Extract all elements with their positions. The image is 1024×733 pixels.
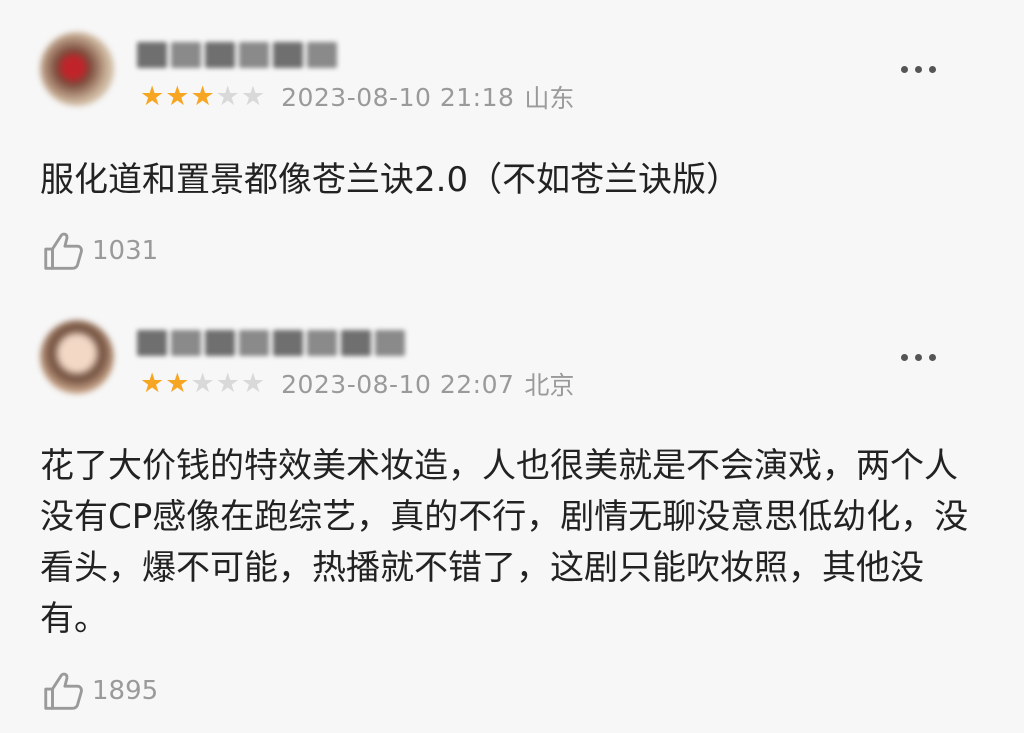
star-empty-icon: ★ xyxy=(240,368,266,399)
comment-location: 山东 xyxy=(524,84,575,113)
comment-date: 2023-08-10 22:07 xyxy=(281,369,515,399)
username-blurred[interactable] xyxy=(137,328,405,358)
like-count: 1895 xyxy=(92,676,159,706)
more-dots-icon[interactable] xyxy=(901,354,936,361)
star-filled-icon: ★ xyxy=(140,368,165,399)
star-rating: ★ ★ ★ ★ ★ xyxy=(140,82,265,112)
like-button[interactable]: 1031 xyxy=(40,228,158,274)
like-button[interactable]: 1895 xyxy=(40,668,158,714)
star-rating: ★ ★ ★ ★ ★ xyxy=(140,369,265,399)
comment-text: 服化道和置景都像苍兰诀2.0（不如苍兰诀版） xyxy=(40,160,741,200)
comment-text: 花了大价钱的特效美术妆造，人也很美就是不会演戏，两个人没有CP感像在跑综艺，真的… xyxy=(40,446,969,639)
star-filled-icon: ★ xyxy=(165,81,190,112)
comment-card: ★ ★ ★ ★ ★ 2023-08-10 22:07 北京 花了大价钱的特效美术妆造，人… xyxy=(0,300,1024,733)
comment-card: ★ ★ ★ ★ ★ 2023-08-10 21:18 山东 服化道和置景都像苍兰诀2.0… xyxy=(0,0,1024,300)
avatar[interactable] xyxy=(40,32,114,106)
star-empty-icon: ★ xyxy=(240,81,266,112)
avatar[interactable] xyxy=(40,320,114,394)
star-filled-icon: ★ xyxy=(165,368,190,399)
star-filled-icon: ★ xyxy=(190,81,215,112)
star-empty-icon: ★ xyxy=(215,368,240,399)
star-empty-icon: ★ xyxy=(215,81,240,112)
thumbs-up-icon xyxy=(44,232,83,270)
comment-meta: ★ ★ ★ ★ ★ 2023-08-10 22:07 北京 xyxy=(140,367,574,401)
star-filled-icon: ★ xyxy=(140,81,165,112)
comment-location: 北京 xyxy=(524,371,575,400)
like-count: 1031 xyxy=(92,236,159,266)
comment-meta: ★ ★ ★ ★ ★ 2023-08-10 21:18 山东 xyxy=(140,80,574,114)
comment-date: 2023-08-10 21:18 xyxy=(281,82,515,112)
thumbs-up-icon xyxy=(44,672,83,710)
username-blurred[interactable] xyxy=(137,40,337,70)
more-dots-icon[interactable] xyxy=(901,66,936,73)
star-empty-icon: ★ xyxy=(190,368,215,399)
